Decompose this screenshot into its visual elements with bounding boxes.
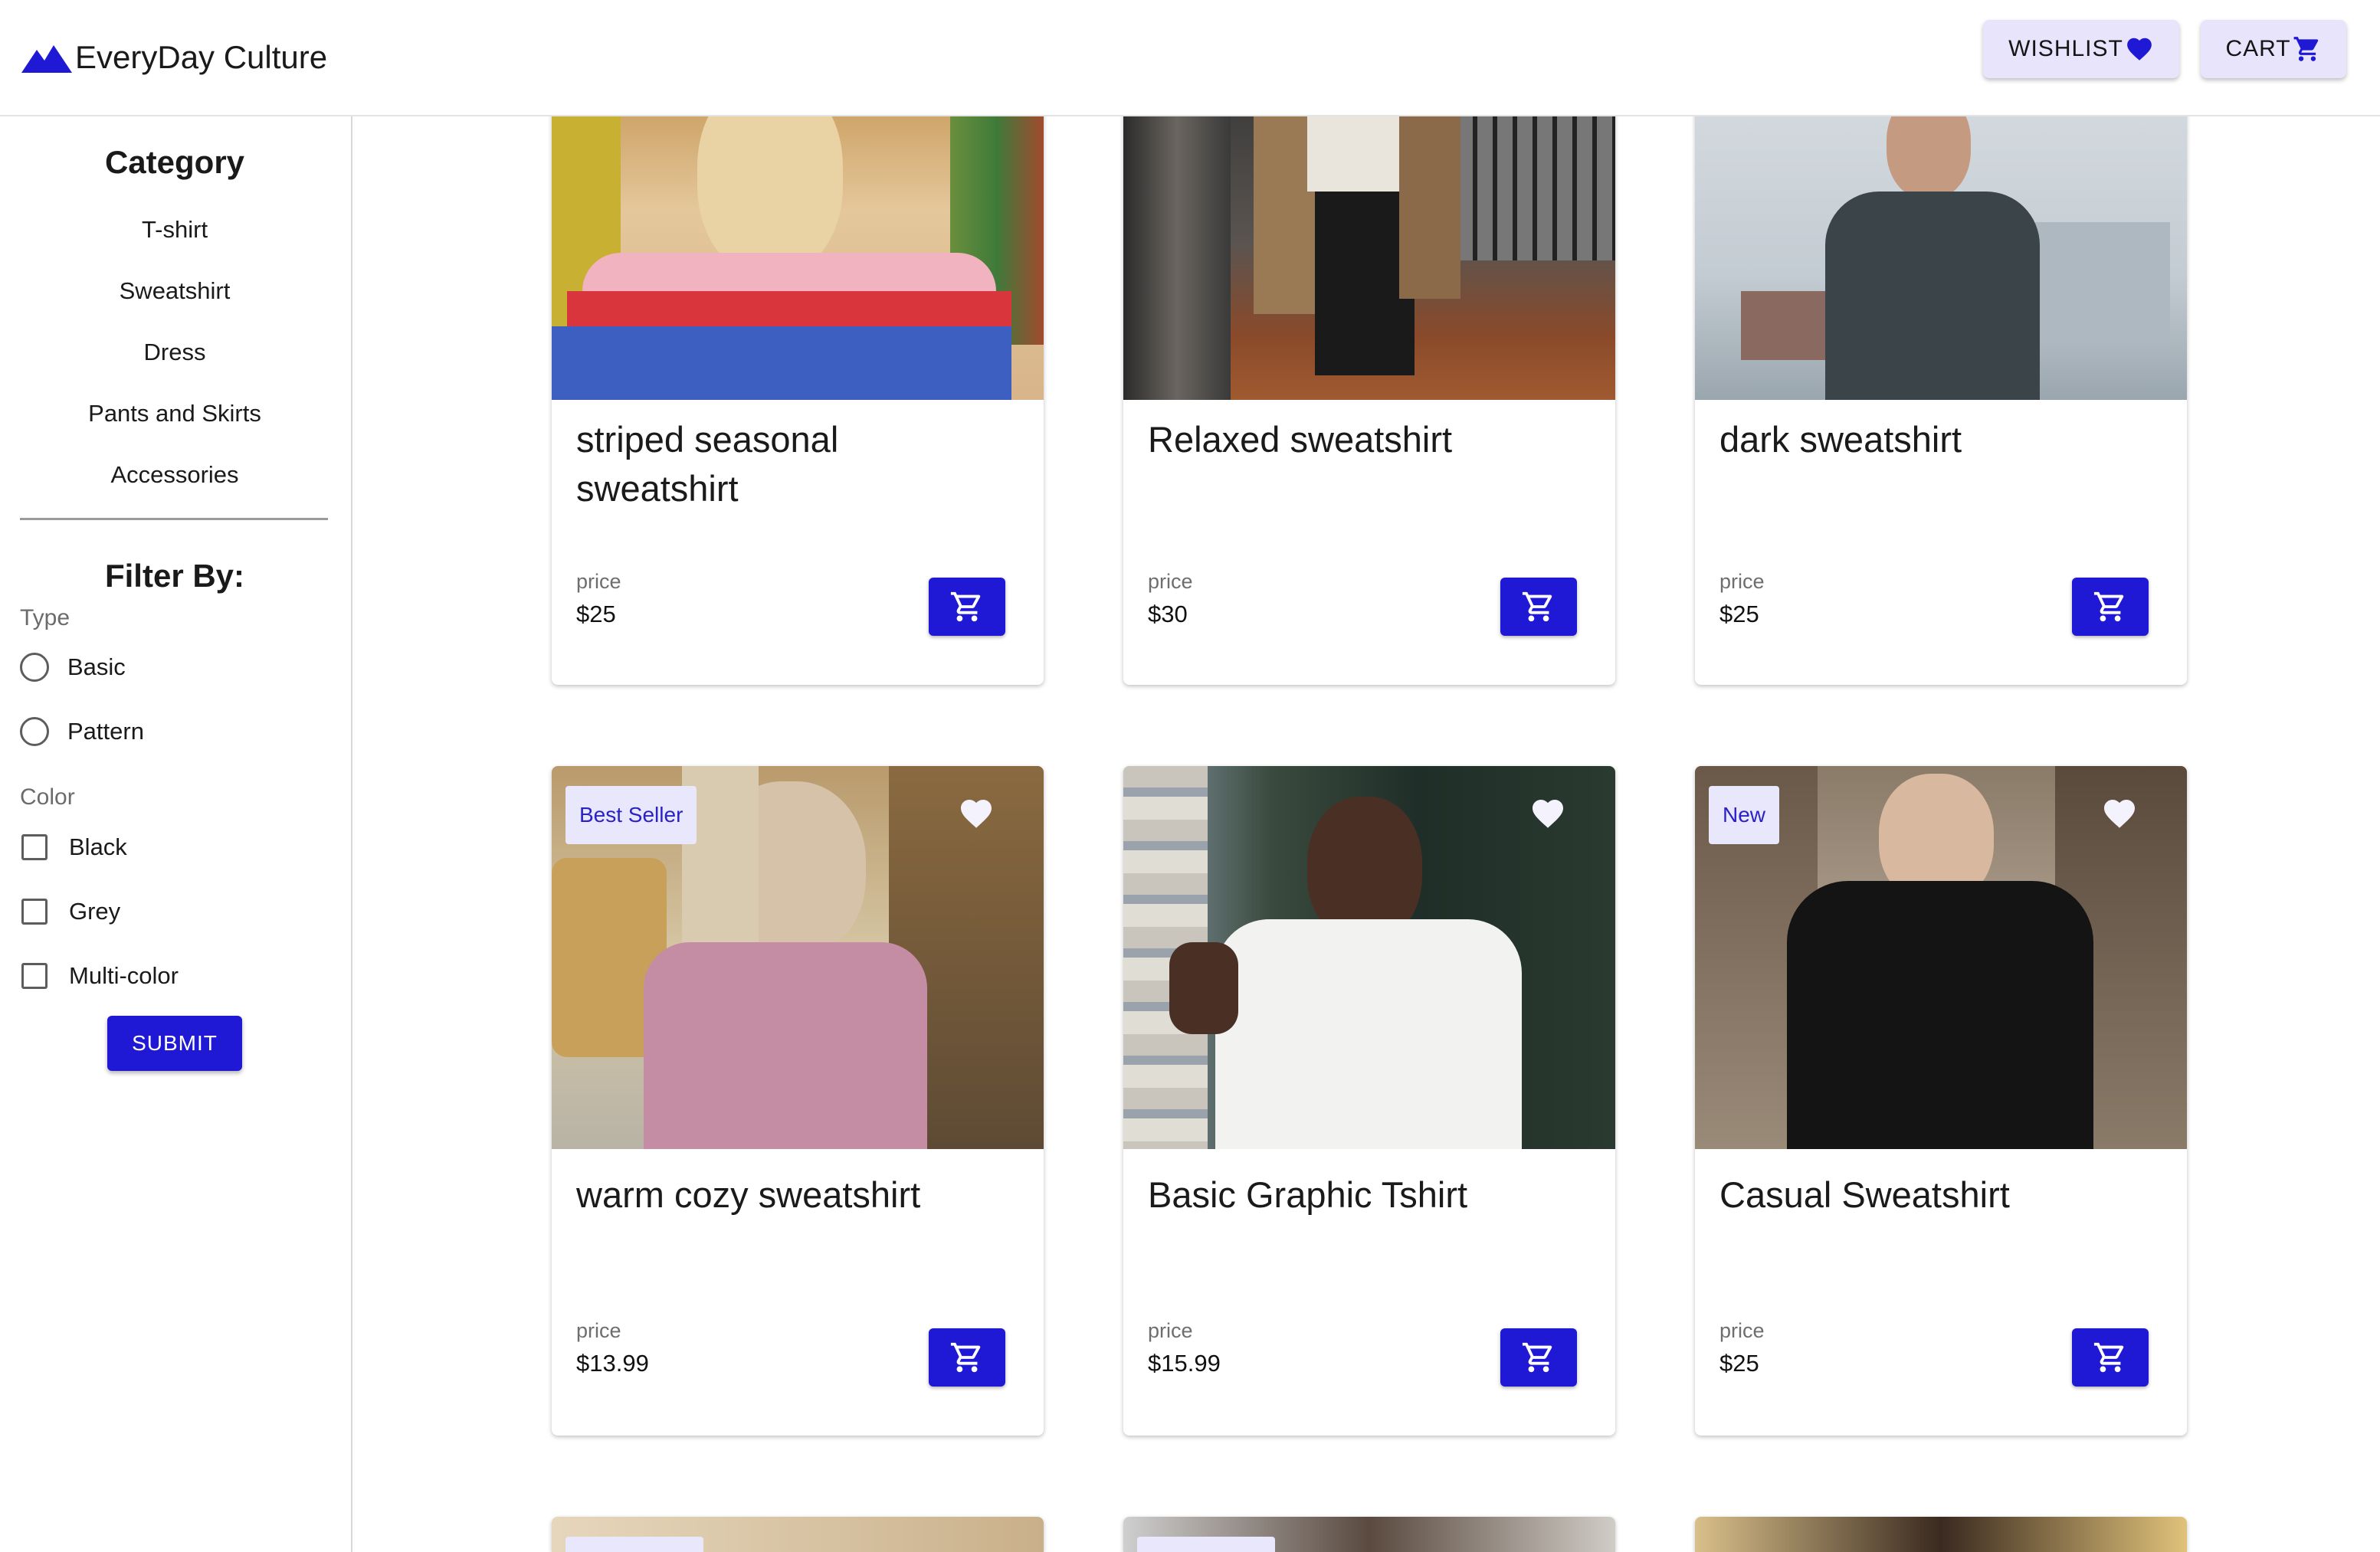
radio-button[interactable]: [20, 717, 49, 746]
price-label: price: [1719, 570, 1765, 593]
filter-title: Filter By:: [104, 558, 245, 594]
wishlist-button[interactable]: WISHLIST: [1983, 20, 2179, 78]
price-label: price: [1719, 1319, 1765, 1342]
product-card[interactable]: striped seasonal sweatshirt price $25: [552, 84, 1044, 685]
product-price: $15.99: [1148, 1350, 1221, 1377]
cart-icon: [2093, 1342, 2124, 1373]
checkbox[interactable]: [21, 963, 48, 989]
option-label: Pattern: [67, 718, 144, 745]
product-title[interactable]: Basic Graphic Tshirt: [1148, 1171, 1577, 1220]
submit-button[interactable]: SUBMIT: [107, 1016, 242, 1071]
add-to-cart-button[interactable]: [1500, 1328, 1577, 1387]
cart-icon: [1522, 1342, 1552, 1373]
cart-icon: [2293, 37, 2318, 61]
color-group-label: Color: [20, 784, 75, 810]
option-label: Grey: [69, 898, 121, 925]
cart-icon: [950, 591, 981, 622]
product-image[interactable]: [1123, 1517, 1615, 1552]
heart-icon[interactable]: [1529, 795, 1566, 832]
product-price: $25: [576, 601, 616, 627]
product-price: $13.99: [576, 1350, 649, 1377]
price-label: price: [1148, 1319, 1193, 1342]
option-label: Basic: [67, 653, 126, 680]
product-card[interactable]: dark sweatshirt price $25: [1695, 84, 2187, 685]
add-to-cart-button[interactable]: [929, 578, 1005, 636]
product-title[interactable]: Casual Sweatshirt: [1719, 1171, 2149, 1220]
product-title[interactable]: Relaxed sweatshirt: [1148, 415, 1577, 464]
cart-icon: [2093, 591, 2124, 622]
status-badge: New: [1709, 786, 1780, 844]
cart-icon: [1522, 591, 1552, 622]
add-to-cart-button[interactable]: [929, 1328, 1005, 1387]
product-image[interactable]: [1695, 84, 2187, 400]
wishlist-label: WISHLIST: [2008, 36, 2123, 61]
color-option-multicolor[interactable]: Multi-color: [20, 962, 179, 990]
option-label: Black: [69, 833, 127, 860]
category-title: Category: [104, 144, 245, 180]
product-card[interactable]: New Casual Sweatshirt price $25: [1695, 766, 2187, 1436]
cart-icon: [950, 1342, 981, 1373]
checkbox[interactable]: [21, 834, 48, 860]
type-option-pattern[interactable]: Pattern: [20, 717, 144, 746]
radio-button[interactable]: [20, 653, 49, 682]
cart-label: CART: [2225, 36, 2291, 61]
price-label: price: [576, 1319, 621, 1342]
cart-button[interactable]: CART: [2201, 20, 2346, 78]
category-item-tshirt[interactable]: T-shirt: [0, 216, 349, 244]
product-image[interactable]: [1695, 1517, 2187, 1552]
type-option-basic[interactable]: Basic: [20, 653, 126, 682]
product-card[interactable]: [1695, 1517, 2187, 1552]
product-card[interactable]: [1123, 1517, 1615, 1552]
product-title[interactable]: warm cozy sweatshirt: [576, 1171, 1005, 1220]
checkbox[interactable]: [21, 899, 48, 925]
filter-sidebar: Category T-shirt Sweatshirt Dress Pants …: [0, 116, 352, 1552]
top-header: EveryDay Culture WISHLIST CART: [0, 0, 2380, 116]
product-image[interactable]: [1123, 84, 1615, 400]
category-item-sweatshirt[interactable]: Sweatshirt: [0, 277, 349, 305]
brand-name: EveryDay Culture: [75, 39, 328, 75]
sidebar-divider: [20, 518, 328, 520]
product-price: $25: [1719, 1350, 1759, 1377]
product-image[interactable]: [552, 1517, 1044, 1552]
product-image[interactable]: [552, 84, 1044, 400]
product-card[interactable]: [552, 1517, 1044, 1552]
add-to-cart-button[interactable]: [2072, 578, 2149, 636]
heart-icon[interactable]: [958, 795, 995, 832]
color-option-grey[interactable]: Grey: [20, 898, 120, 925]
product-price: $30: [1148, 601, 1188, 627]
product-card[interactable]: Best Seller warm cozy sweatshirt price $…: [552, 766, 1044, 1436]
price-label: price: [576, 570, 621, 593]
option-label: Multi-color: [69, 962, 179, 989]
category-item-pants-skirts[interactable]: Pants and Skirts: [0, 400, 349, 427]
brand-logo[interactable]: EveryDay Culture: [21, 31, 327, 84]
status-badge: Best Seller: [565, 786, 697, 844]
product-title[interactable]: dark sweatshirt: [1719, 415, 2149, 464]
add-to-cart-button[interactable]: [2072, 1328, 2149, 1387]
product-title[interactable]: striped seasonal sweatshirt: [576, 415, 1005, 513]
mountain-icon: [21, 45, 72, 73]
product-card[interactable]: Basic Graphic Tshirt price $15.99: [1123, 766, 1615, 1436]
heart-icon: [2127, 38, 2152, 61]
category-item-dress[interactable]: Dress: [0, 339, 349, 366]
product-card[interactable]: Relaxed sweatshirt price $30: [1123, 84, 1615, 685]
price-label: price: [1148, 570, 1193, 593]
category-item-accessories[interactable]: Accessories: [0, 461, 349, 489]
product-price: $25: [1719, 601, 1759, 627]
heart-icon[interactable]: [2101, 795, 2138, 832]
add-to-cart-button[interactable]: [1500, 578, 1577, 636]
type-group-label: Type: [20, 605, 70, 630]
color-option-black[interactable]: Black: [20, 833, 127, 861]
